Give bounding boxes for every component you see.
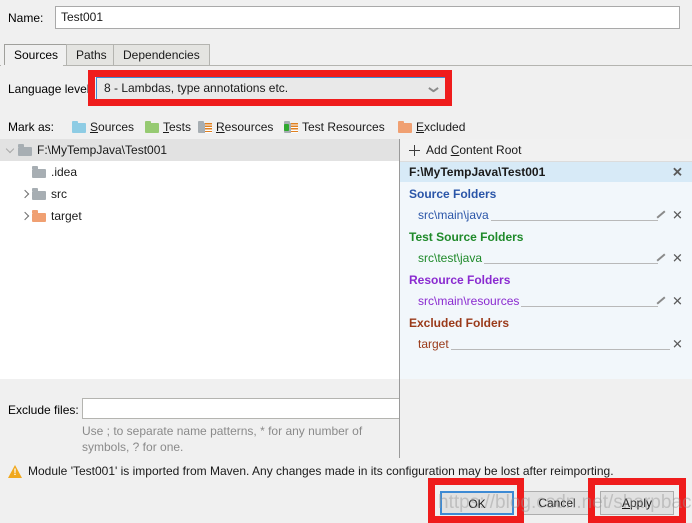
mark-as-label: Mark as: [8, 120, 55, 134]
mark-as-resources-label: Resources [216, 119, 274, 134]
language-level-value: 8 - Lambdas, type annotations etc. [104, 81, 289, 95]
module-content-tree[interactable]: F:\MyTempJava\Test001 .idea src target [0, 139, 399, 379]
entry-path: src\main\java [418, 207, 491, 222]
mark-as-test-resources-button[interactable]: Test Resources [284, 118, 385, 135]
mark-as-sources-label: Sources [90, 119, 135, 134]
plus-icon [409, 144, 420, 156]
folder-test-resources-icon [284, 120, 298, 133]
tree-row[interactable]: .idea [0, 161, 399, 183]
chevron-right-icon[interactable] [18, 187, 32, 201]
entry-path: src\main\resources [418, 293, 522, 308]
exclude-files-label: Exclude files: [8, 403, 79, 417]
close-icon[interactable]: ✕ [672, 337, 683, 350]
tab-paths[interactable]: Paths [66, 44, 117, 66]
tab-sources[interactable]: Sources [4, 44, 69, 66]
exclude-files-input[interactable] [82, 398, 400, 419]
folder-green-icon [145, 120, 159, 133]
add-content-root-button[interactable]: Add Content Root [400, 139, 692, 162]
tree-row[interactable]: F:\MyTempJava\Test001 [0, 139, 399, 161]
folder-gray-icon [32, 188, 46, 200]
mark-as-excluded-button[interactable]: Excluded [398, 118, 465, 135]
group-title-test-source-folders: Test Source Folders [409, 230, 524, 244]
tree-row[interactable]: target [0, 205, 399, 227]
content-root-path: F:\MyTempJava\Test001 [409, 165, 546, 179]
warning-icon [8, 464, 22, 478]
close-icon[interactable]: ✕ [672, 208, 683, 221]
chevron-down-icon[interactable] [4, 143, 18, 157]
warning-bar: Module 'Test001' is imported from Maven.… [0, 459, 692, 483]
entry-path: target [418, 336, 451, 351]
dialog-button-bar: OK Cancel Apply [0, 484, 692, 523]
tab-underline-gap [1, 65, 63, 66]
content-root-path-row[interactable]: F:\MyTempJava\Test001 ✕ [400, 162, 692, 182]
tree-item-label: F:\MyTempJava\Test001 [37, 143, 168, 157]
content-root-entry[interactable]: src\main\java ✕ [400, 204, 692, 225]
pencil-icon[interactable] [655, 295, 666, 306]
name-input[interactable]: Test001 [55, 6, 680, 29]
folder-gray-icon [32, 166, 46, 178]
pencil-icon[interactable] [655, 209, 666, 220]
mark-as-test-resources-label: Test Resources [302, 119, 385, 134]
content-roots-lower-filler [400, 379, 692, 459]
group-title-source-folders: Source Folders [409, 187, 497, 201]
tree-item-label: target [51, 209, 82, 223]
chevron-right-icon[interactable] [18, 209, 32, 223]
module-settings-dialog: Name: Test001 Sources Paths Dependencies… [0, 0, 692, 523]
add-content-root-label: Add Content Root [426, 143, 522, 157]
content-root-entry[interactable]: src\test\java ✕ [400, 247, 692, 268]
close-icon[interactable]: ✕ [672, 294, 683, 307]
language-level-combo[interactable]: 8 - Lambdas, type annotations etc. [96, 77, 448, 100]
name-row: Name: Test001 [0, 6, 692, 32]
tab-dependencies[interactable]: Dependencies [113, 44, 210, 66]
apply-button[interactable]: Apply [600, 491, 674, 515]
group-title-excluded-folders: Excluded Folders [409, 316, 510, 330]
entry-leader-line [418, 349, 670, 350]
mark-as-sources-button[interactable]: Sources [72, 118, 134, 135]
tab-underline [0, 65, 692, 66]
content-roots-panel: Add Content Root F:\MyTempJava\Test001 ✕… [400, 139, 692, 379]
folder-resources-icon [198, 120, 212, 133]
tree-item-label: src [51, 187, 67, 201]
group-title-resource-folders: Resource Folders [409, 273, 511, 287]
folder-blue-icon [72, 120, 86, 133]
mark-as-row: Mark as: Sources Tests Resources Test Re… [0, 117, 692, 137]
exclude-files-hint: Use ; to separate name patterns, * for a… [82, 424, 363, 454]
ok-button[interactable]: OK [440, 491, 514, 515]
content-root-entry[interactable]: src\main\resources ✕ [400, 290, 692, 311]
mark-as-excluded-label: Excluded [416, 119, 466, 134]
folder-orange-icon [398, 120, 412, 133]
close-icon[interactable]: ✕ [672, 166, 683, 179]
mark-as-tests-button[interactable]: Tests [145, 118, 191, 135]
tree-row[interactable]: src [0, 183, 399, 205]
tree-item-label: .idea [51, 165, 78, 179]
cancel-button[interactable]: Cancel [520, 491, 594, 515]
folder-orange-icon [32, 210, 46, 222]
chevron-down-icon [429, 87, 438, 92]
mark-as-tests-label: Tests [163, 119, 192, 134]
tab-strip: Sources Paths Dependencies [0, 44, 692, 66]
language-level-label: Language level [8, 82, 90, 96]
folder-gray-icon [18, 144, 32, 156]
pencil-icon[interactable] [655, 252, 666, 263]
exclude-files-area: Exclude files: Use ; to separate name pa… [0, 379, 400, 459]
name-label: Name: [8, 11, 44, 25]
entry-path: src\test\java [418, 250, 485, 265]
mark-as-resources-button[interactable]: Resources [198, 118, 273, 135]
warning-text: Module 'Test001' is imported from Maven.… [28, 464, 614, 478]
close-icon[interactable]: ✕ [672, 251, 683, 264]
content-root-entry[interactable]: target ✕ [400, 333, 692, 354]
